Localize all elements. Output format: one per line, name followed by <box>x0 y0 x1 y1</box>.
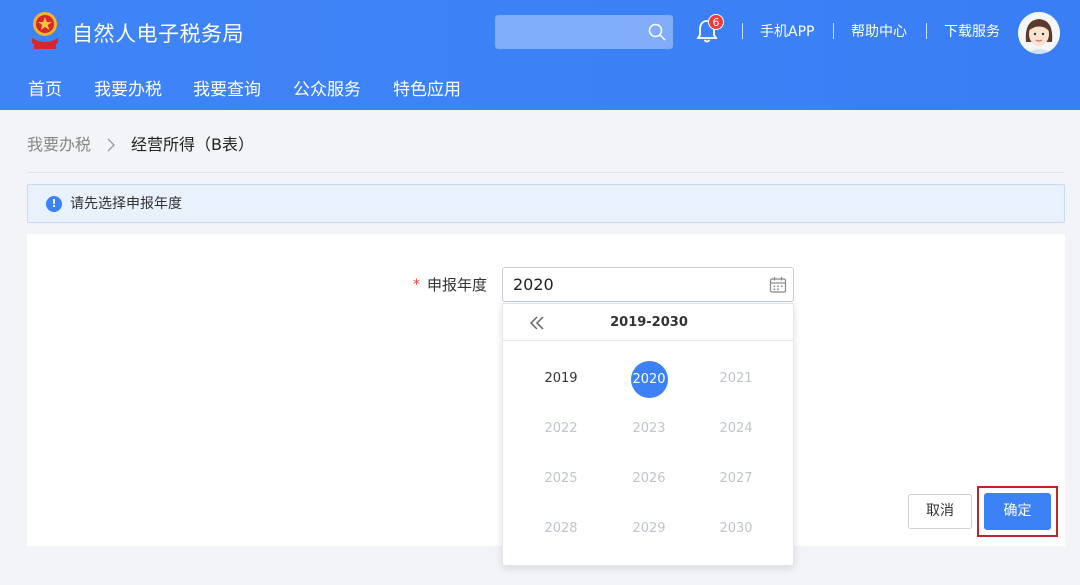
calendar-icon[interactable] <box>769 276 787 294</box>
year-picker: 2019-2030 2019 2020 2021 2022 2023 2024 2025 20… <box>502 303 794 566</box>
nav-query[interactable]: 我要查询 <box>193 79 261 101</box>
year-option-2028[interactable]: 2028 <box>531 511 591 547</box>
year-label: 申报年度 <box>427 276 488 294</box>
year-option-2024[interactable]: 2024 <box>706 411 766 447</box>
year-option-2027[interactable]: 2027 <box>706 461 766 497</box>
year-option-2022[interactable]: 2022 <box>531 411 591 447</box>
year-option-2019[interactable]: 2019 <box>531 361 591 397</box>
help-center-link[interactable]: 帮助中心 <box>851 22 907 42</box>
picker-range-label: 2019-2030 <box>610 315 688 330</box>
notification-badge: 6 <box>708 14 724 30</box>
cancel-button[interactable]: 取消 <box>908 494 972 529</box>
tax-emblem-icon[interactable] <box>27 10 63 52</box>
header-divider <box>926 23 927 39</box>
info-notice: ! 请先选择申报年度 <box>27 184 1065 223</box>
download-service-link[interactable]: 下载服务 <box>944 22 1000 42</box>
year-option-label: 2028 <box>544 521 578 536</box>
top-header: 自然人电子税务局 6 手机APP 帮助中心 下载服务 首页 我要办税 我要查询 … <box>0 0 1080 110</box>
nav-tax-service[interactable]: 我要办税 <box>94 79 162 101</box>
breadcrumb-divider <box>27 172 1065 173</box>
picker-divider <box>503 340 793 341</box>
year-option-2026[interactable]: 2026 <box>619 461 679 497</box>
year-option-label: 2027 <box>719 471 753 486</box>
year-option-label: 2022 <box>544 421 578 436</box>
mobile-app-link[interactable]: 手机APP <box>760 22 814 42</box>
site-title: 自然人电子税务局 <box>72 22 244 46</box>
nav-public-service[interactable]: 公众服务 <box>293 79 361 101</box>
search-input[interactable] <box>495 15 673 49</box>
year-option-2020[interactable]: 2020 <box>619 361 679 398</box>
year-option-2030[interactable]: 2030 <box>706 511 766 547</box>
year-option-2023[interactable]: 2023 <box>619 411 679 447</box>
header-divider <box>833 23 834 39</box>
confirm-button[interactable]: 确定 <box>984 493 1051 530</box>
year-option-2029[interactable]: 2029 <box>619 511 679 547</box>
user-avatar[interactable] <box>1018 12 1060 54</box>
nav-home[interactable]: 首页 <box>28 79 62 101</box>
chevron-right-icon <box>107 138 115 152</box>
info-icon: ! <box>46 196 62 212</box>
year-option-label: 2026 <box>632 471 666 486</box>
year-input-value: 2020 <box>513 275 554 294</box>
year-option-label: 2021 <box>719 371 753 386</box>
header-divider <box>742 23 743 39</box>
breadcrumb-current: 经营所得（B表） <box>131 135 254 154</box>
year-option-label: 2023 <box>632 421 666 436</box>
year-option-label: 2029 <box>632 521 666 536</box>
search-icon[interactable] <box>647 22 667 42</box>
year-option-2021[interactable]: 2021 <box>706 361 766 397</box>
breadcrumb-parent[interactable]: 我要办税 <box>27 134 91 156</box>
year-option-label: 2020 <box>630 361 668 398</box>
notice-text: 请先选择申报年度 <box>70 196 182 212</box>
year-option-label: 2024 <box>719 421 753 436</box>
year-option-label: 2019 <box>544 371 578 386</box>
required-mark: * <box>413 277 420 293</box>
year-option-2025[interactable]: 2025 <box>531 461 591 497</box>
year-option-label: 2030 <box>719 521 753 536</box>
year-option-label: 2025 <box>544 471 578 486</box>
year-input[interactable]: 2020 <box>502 267 794 302</box>
nav-featured-apps[interactable]: 特色应用 <box>393 79 461 101</box>
